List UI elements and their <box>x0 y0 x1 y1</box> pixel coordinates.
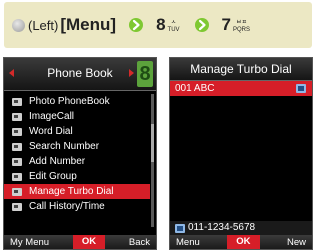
entry-number: 011-1234-5678 <box>188 222 256 233</box>
softkey-bar: My Menu OK Back <box>4 235 156 249</box>
menu-item-add-number[interactable]: Add Number <box>4 154 150 169</box>
add-person-icon <box>12 157 22 166</box>
call-history-icon <box>12 202 22 211</box>
turbo-dial-icon <box>12 187 22 196</box>
edit-group-icon <box>12 172 22 181</box>
imagecall-icon <box>12 112 22 121</box>
menu-softkey[interactable]: Menu <box>176 237 200 248</box>
arrow-right-icon <box>194 17 210 33</box>
phone-book-header: Phone Book 8 <box>4 58 156 91</box>
menu-scrollbar[interactable] <box>151 94 154 227</box>
my-menu-softkey[interactable]: My Menu <box>10 237 49 248</box>
menu-item-photo-phonebook[interactable]: Photo PhoneBook <box>4 94 150 109</box>
left-key-icon <box>12 18 25 32</box>
menu-item-manage-turbo-dial[interactable]: Manage Turbo Dial <box>4 184 150 199</box>
arrow-right-icon <box>128 17 144 33</box>
menu-item-edit-group[interactable]: Edit Group <box>4 169 150 184</box>
photo-phonebook-icon <box>12 97 22 106</box>
phone-number-icon <box>175 224 185 233</box>
manage-turbo-dial-screen: Manage Turbo Dial 001 ABC 011-1234-5678 … <box>169 57 313 250</box>
turbo-dial-entry-label: 001 ABC <box>175 83 215 94</box>
instruction-bar: (Left) [Menu] 8 ㅅ TUV 7 ㅂㅍ PQRS <box>4 2 312 48</box>
menu-item-word-dial[interactable]: Word Dial <box>4 124 150 139</box>
menu-key-label: [Menu] <box>60 15 117 34</box>
contact-card-icon <box>296 84 306 93</box>
left-key-label: (Left) <box>28 17 59 33</box>
key-7: 7 ㅂㅍ PQRS <box>221 15 251 34</box>
search-icon <box>12 142 22 151</box>
key-8: 8 ㅅ TUV <box>156 15 180 34</box>
entry-number-bar: 011-1234-5678 <box>170 221 312 235</box>
menu-number-badge: 8 <box>137 61 153 87</box>
softkey-bar: Menu OK New <box>170 235 312 249</box>
menu-item-search-number[interactable]: Search Number <box>4 139 150 154</box>
scrollbar-thumb[interactable] <box>151 124 154 162</box>
new-softkey[interactable]: New <box>287 237 306 248</box>
back-softkey[interactable]: Back <box>129 237 150 248</box>
ok-softkey[interactable]: OK <box>227 235 260 249</box>
menu-item-imagecall[interactable]: ImageCall <box>4 109 150 124</box>
phone-book-screen: Phone Book 8 Photo PhoneBook ImageCall W… <box>3 57 157 250</box>
word-dial-icon <box>12 127 22 136</box>
manage-turbo-dial-title: Manage Turbo Dial <box>170 58 312 81</box>
menu-item-call-history[interactable]: Call History/Time <box>4 199 150 214</box>
next-arrow-icon[interactable] <box>129 69 134 77</box>
phone-book-menu: Photo PhoneBook ImageCall Word Dial Sear… <box>4 94 150 214</box>
ok-softkey[interactable]: OK <box>72 235 106 249</box>
turbo-dial-entry[interactable]: 001 ABC <box>170 81 312 96</box>
